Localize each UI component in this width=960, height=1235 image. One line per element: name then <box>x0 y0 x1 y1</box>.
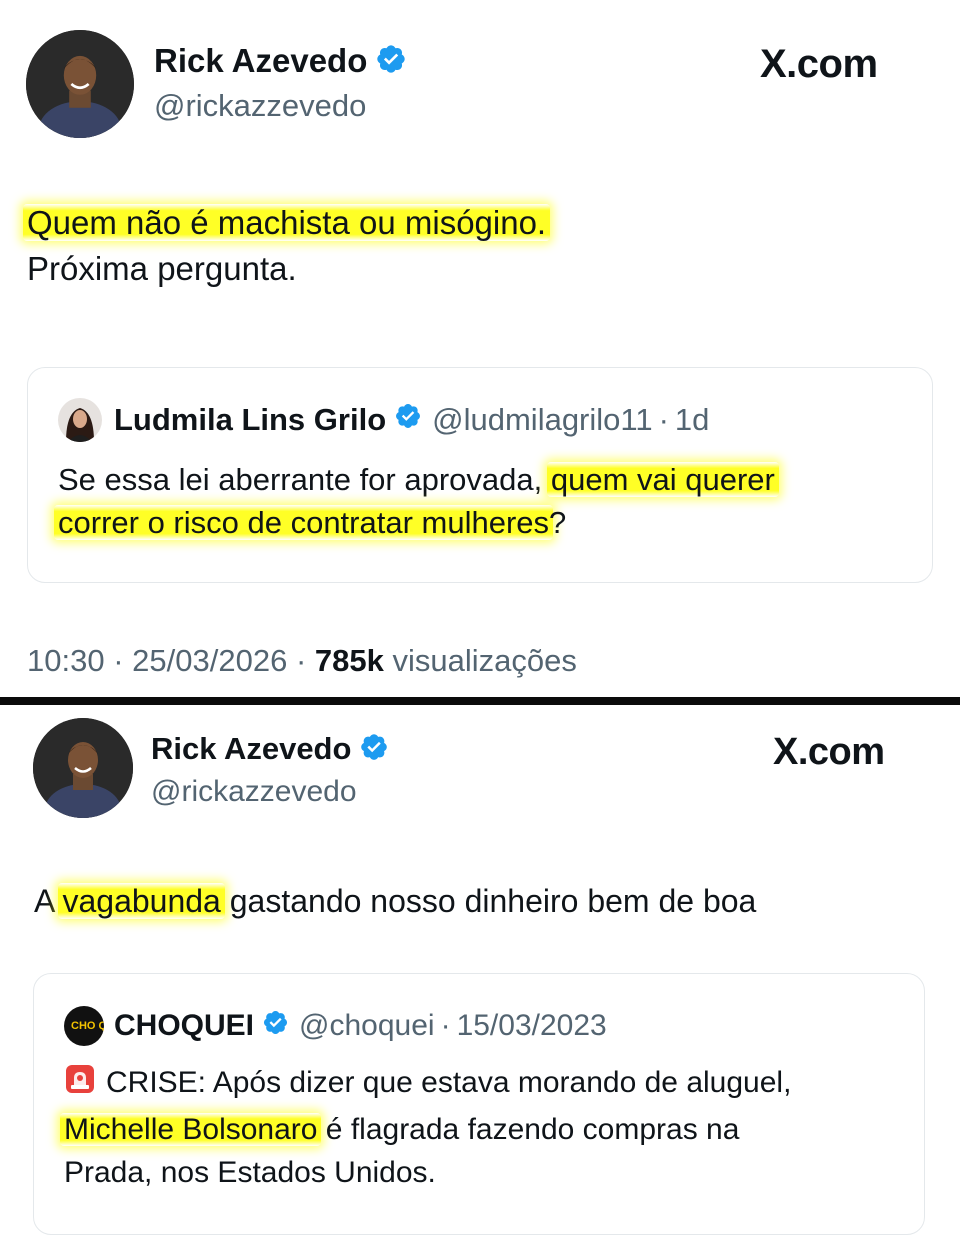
author-handle[interactable]: @rickazzevedo <box>154 88 366 124</box>
divider <box>0 697 960 705</box>
tweet-1: Rick Azevedo @rickazzevedo X.com Quem nã… <box>0 0 960 697</box>
quote-text-end: ? <box>549 505 567 541</box>
quote-avatar <box>58 398 102 442</box>
avatar-man-photo <box>26 30 134 138</box>
highlight-text: quem vai querer <box>546 462 779 497</box>
author-name-row: Rick Azevedo <box>154 42 407 80</box>
author-name-row: Rick Azevedo <box>151 731 389 767</box>
author-avatar[interactable] <box>33 718 133 818</box>
tweet-text: Quem não é machista ou misógino. Próxima… <box>23 202 551 290</box>
quote-text: CRISE: Após dizer que estava morando de … <box>60 1061 904 1195</box>
tweet-2: Rick Azevedo @rickazzevedo X.com A vagab… <box>0 705 960 1235</box>
verified-badge-icon <box>394 402 422 438</box>
author-name[interactable]: Rick Azevedo <box>154 42 367 80</box>
tweet-meta: 10:30 · 25/03/2026 · 785k visualizações <box>27 643 577 679</box>
tweet-date[interactable]: 25/03/2026 <box>132 643 287 678</box>
tweet-text-suffix: gastando nosso dinheiro bem de boa <box>220 883 757 919</box>
tweet-text-line-2: Próxima pergunta. <box>27 250 297 288</box>
views-label: visualizações <box>392 643 577 678</box>
quote-header: Ludmila Lins Grilo @ludmilagrilo11 · 1d <box>58 398 709 442</box>
x-com-logo: X.com <box>760 42 878 86</box>
quote-author-name[interactable]: Ludmila Lins Grilo <box>114 402 386 438</box>
choquei-logo-text: CHO QUEI <box>71 1020 104 1032</box>
verified-badge-icon <box>262 1009 289 1044</box>
quote-author-handle[interactable]: @ludmilagrilo11 <box>432 402 652 438</box>
highlight-text: vagabunda <box>58 883 225 919</box>
quote-author-name[interactable]: CHOQUEI <box>114 1009 254 1043</box>
quote-date[interactable]: 1d <box>675 402 709 438</box>
quote-author-handle[interactable]: @choquei <box>299 1009 435 1043</box>
verified-badge-icon <box>359 732 389 767</box>
quote-header: CHO QUEI CHOQUEI @choquei · 15/03/2023 <box>64 1006 607 1046</box>
verified-badge-icon <box>375 43 407 80</box>
dot-separator: · <box>658 402 669 437</box>
author-name[interactable]: Rick Azevedo <box>151 731 351 767</box>
tweet-text: A vagabunda gastando nosso dinheiro bem … <box>34 881 756 922</box>
quoted-tweet[interactable]: CHO QUEI CHOQUEI @choquei · 15/03/2023 <box>33 973 925 1235</box>
author-avatar[interactable] <box>26 30 134 138</box>
tweet-time[interactable]: 10:30 <box>27 643 105 678</box>
avatar-woman-photo <box>58 398 102 442</box>
views-count: 785k <box>314 643 384 678</box>
quote-date[interactable]: 15/03/2023 <box>457 1009 607 1043</box>
quote-line-1: CRISE: Após dizer que estava morando de … <box>106 1066 792 1099</box>
dot-separator: · <box>440 1009 451 1042</box>
quoted-tweet[interactable]: Ludmila Lins Grilo @ludmilagrilo11 · 1d … <box>27 367 933 583</box>
avatar-man-photo <box>33 718 133 818</box>
quote-line-3: Prada, nos Estados Unidos. <box>64 1156 436 1189</box>
highlight-text: Michelle Bolsonaro <box>60 1112 322 1146</box>
choquei-logo-icon: CHO QUEI <box>64 1006 104 1046</box>
highlight-text: correr o risco de contratar mulheres <box>54 505 554 541</box>
quote-text: Se essa lei aberrante for aprovada, quem… <box>54 458 918 545</box>
dot-separator: · <box>113 643 124 678</box>
dot-separator: · <box>295 643 307 678</box>
quote-line-2: é flagrada fazendo compras na <box>317 1112 740 1146</box>
quote-text-plain: Se essa lei aberrante for aprovada, <box>58 462 551 497</box>
highlight-text: Quem não é machista ou misógino. <box>23 204 551 241</box>
x-com-logo: X.com <box>773 731 885 773</box>
author-handle[interactable]: @rickazzevedo <box>151 775 357 809</box>
siren-emoji-icon <box>64 1063 96 1108</box>
